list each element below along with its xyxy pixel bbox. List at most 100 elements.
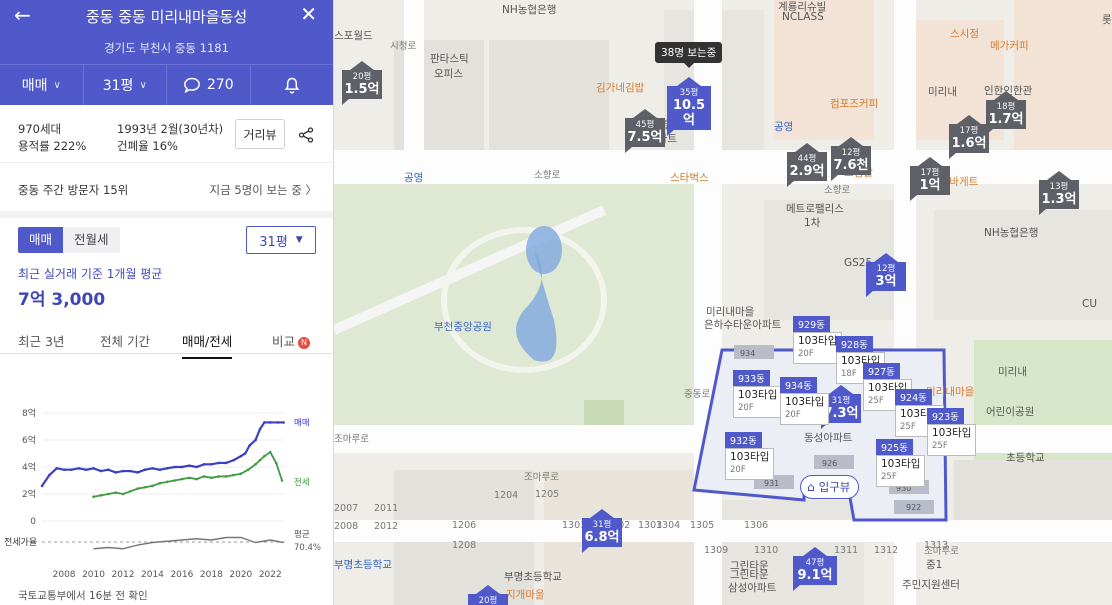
building-label[interactable]: 932동 103타입 20F [725,429,775,480]
marker-price: 1.5억 [344,82,380,97]
building-label[interactable]: 923동 103타입 25F [927,405,977,456]
price-marker[interactable]: 31평 6.8억 [582,509,622,553]
map-view[interactable]: 934 926 931 922 930 38명 보는중 NH농협은행 계룡리슈빌 N… [334,0,1112,605]
building-label[interactable]: 925동 103타입 25F [876,436,926,487]
marker-size: 12평 [841,148,861,158]
built-year: 1993년 2월(30년차) [117,122,224,136]
map-place-label: 1304 [656,520,681,531]
marker-size: 31평 [592,520,612,530]
data-point [187,476,191,480]
data-point [158,468,162,471]
map-place-label: NCLASS [782,11,824,23]
price-marker[interactable]: 47평 9.1억 [793,547,837,591]
marker-tail [787,181,794,187]
chart-size-select[interactable]: 31평 ▼ [246,226,316,254]
comments-count: 270 [206,77,234,93]
marker-roof [918,157,942,166]
map-place-label: 1208 [452,540,477,551]
marker-tail [831,175,838,181]
map-place-label: 스시정 [950,28,979,40]
deal-type-dropdown[interactable]: 매매 ∨ [0,65,84,105]
data-point [282,421,285,424]
map-place-label: 1204 [494,490,519,501]
marker-price: 7.5억 [627,130,663,145]
data-point [84,468,88,471]
marker-roof [795,143,819,152]
legend-jeonse: 전세 [294,477,310,488]
building-name: 929동 [793,316,830,332]
notification-button[interactable] [251,65,334,105]
data-point [268,421,272,424]
price-marker[interactable]: 20평 [468,585,508,605]
seg-sale[interactable]: 매매 [18,227,64,253]
marker-roof [476,585,500,594]
header-filter-row: 매매 ∨ 31평 ∨ 270 [0,64,333,105]
tab-all-period[interactable]: 전체 기간 [100,331,150,350]
side-panel: ← 중동 중동 미리내마을동성 ✕ 경기도 부천시 중동 1181 매매 ∨ 3… [0,0,334,605]
tab-sale-jeonse[interactable]: 매매/전세 [182,331,233,359]
marker-tail [667,130,674,136]
data-point [99,469,103,473]
marker-size: 20평 [352,72,372,82]
seg-rent[interactable]: 전월세 [63,227,120,253]
entrance-view-label: 입구뷰 [818,480,851,494]
building-label[interactable]: 929동 103타입 20F [793,313,843,364]
building-floors: 20F [798,349,814,359]
building-label[interactable]: 934동 103타입 20F [780,374,830,425]
price-marker[interactable]: 45평 7.5억 [625,109,665,153]
tab-compare[interactable]: 비교 N [272,331,311,350]
bell-icon [284,77,300,93]
marker-tail [949,153,956,159]
chevron-down-icon: ∨ [139,79,147,91]
map-place-label: 삼성아파트 [728,582,777,594]
map-place-label: 중동로 [684,389,711,400]
building-floors: 20F [785,410,801,420]
close-icon[interactable]: ✕ [300,2,317,26]
building-label[interactable]: 933동 103타입 20F [733,367,783,418]
price-marker[interactable]: 17평 1억 [910,157,950,201]
complex-title: 중동 중동 미리내마을동성 [85,8,248,26]
data-point [92,495,95,498]
price-marker[interactable]: 20평 1.5억 [342,61,382,105]
complex-address: 경기도 부천시 중동 1181 [104,41,229,55]
marker-roof [590,509,614,518]
x-tick-label: 2008 [53,570,76,580]
building-type-box: 103타입 20F [780,393,830,425]
y-tick-label: 2억 [22,488,36,500]
map-place-label: 1309 [704,545,729,556]
marker-tail [1039,209,1046,215]
y-tick-label: 6억 [22,434,36,446]
price-marker[interactable]: 12평 3억 [866,253,906,297]
building-type: 103타입 [738,389,778,401]
price-marker[interactable]: 12평 7.6천 [831,137,871,181]
x-tick-label: 2022 [259,570,282,580]
price-marker[interactable]: 17평 1.6억 [949,115,989,159]
price-marker[interactable]: 18평 1.7억 [986,91,1026,135]
data-point [173,479,176,482]
price-marker[interactable]: 44평 2.9억 [787,143,827,187]
marker-tail [910,195,917,201]
marker-size: 47평 [805,558,825,568]
entrance-view-button[interactable]: ⌂ 입구뷰 [800,475,860,499]
map-place-label: 조마루로 [334,434,369,445]
ratio-axis-label: 전세가율 [4,537,37,548]
map-place-label: NH농협은행 [502,4,557,16]
map-place-label: 1차 [804,217,821,229]
size-dropdown[interactable]: 31평 ∨ [84,65,167,105]
comments-button[interactable]: 270 [167,65,251,105]
street-view-button[interactable]: 거리뷰 [235,119,285,149]
new-badge: N [298,337,311,349]
now-viewing-link[interactable]: 지금 5명이 보는 중 〉 [210,182,318,198]
data-point [224,461,228,465]
marker-price: 1.7억 [988,112,1024,127]
data-point [258,458,262,462]
price-marker[interactable]: 13평 1.3억 [1039,171,1079,215]
x-tick-label: 2016 [170,570,193,580]
data-point [143,468,147,471]
building-number: 926 [822,459,837,468]
data-point [180,465,184,469]
tab-recent-3y[interactable]: 최근 3년 [18,331,64,350]
data-point [158,481,162,485]
price-marker[interactable]: 35평 10.5억 [667,77,711,136]
share-icon[interactable] [298,127,314,143]
